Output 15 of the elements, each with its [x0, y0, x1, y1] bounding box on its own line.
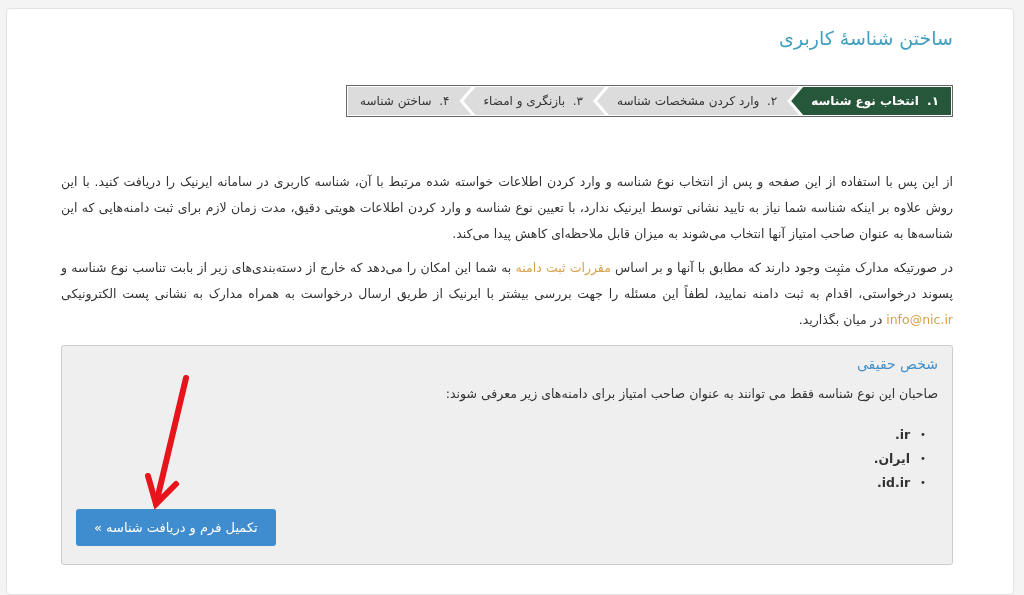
page-title: ساختن شناسهٔ کاربری: [778, 27, 953, 49]
wizard-step[interactable]: ۴. ساختن شناسه: [348, 87, 472, 115]
wizard-step[interactable]: ۲. وارد کردن مشخصات شناسه: [597, 87, 800, 115]
domain-item: .id.ir: [876, 474, 911, 492]
bullet-mark: •: [920, 476, 926, 490]
complete-form-button[interactable]: تکمیل فرم و دریافت شناسه »: [76, 509, 276, 546]
intro-paragraph: از این پس با استفاده از این صفحه و پس از انتخاب نوع شناسه و وارد کردن اطلاعات خواسته شده مرتبط با آن، شناسه کاربری در سامانه ایرنیک را دریافت کنید. با این روش علاوه بر اینکه شناسه شما نیاز به تایید نشانی توسط ایرنیک ندارد، با تعیین نوع شناسه و وارد کردن اطلاعات هویتی دقیق، مدت زمان لازم برای ثبت دامنه‌هایی که این شناسه‌ها به عنوان صاحب امتیاز آنها انتخاب می‌شوند به میزان قابل ملاحظه‌ای کاهش پیدا می‌کند.: [61, 173, 953, 244]
wizard-step[interactable]: ۳. بازنگری و امضاء: [463, 87, 605, 115]
bullet-mark: •: [920, 452, 926, 466]
panel-description: صاحبان این نوع شناسه فقط می توانند به عنوان صاحب امتیاز برای دامنه‌های زیر معرفی شوند:: [444, 386, 938, 401]
panel-heading: شخص حقیقی: [855, 356, 938, 372]
domain-item: .ir: [894, 426, 911, 444]
domain-item: .ایران: [873, 450, 911, 468]
bullet-mark: •: [920, 428, 926, 442]
wizard-step[interactable]: ۱. انتخاب نوع شناسه: [791, 87, 951, 115]
